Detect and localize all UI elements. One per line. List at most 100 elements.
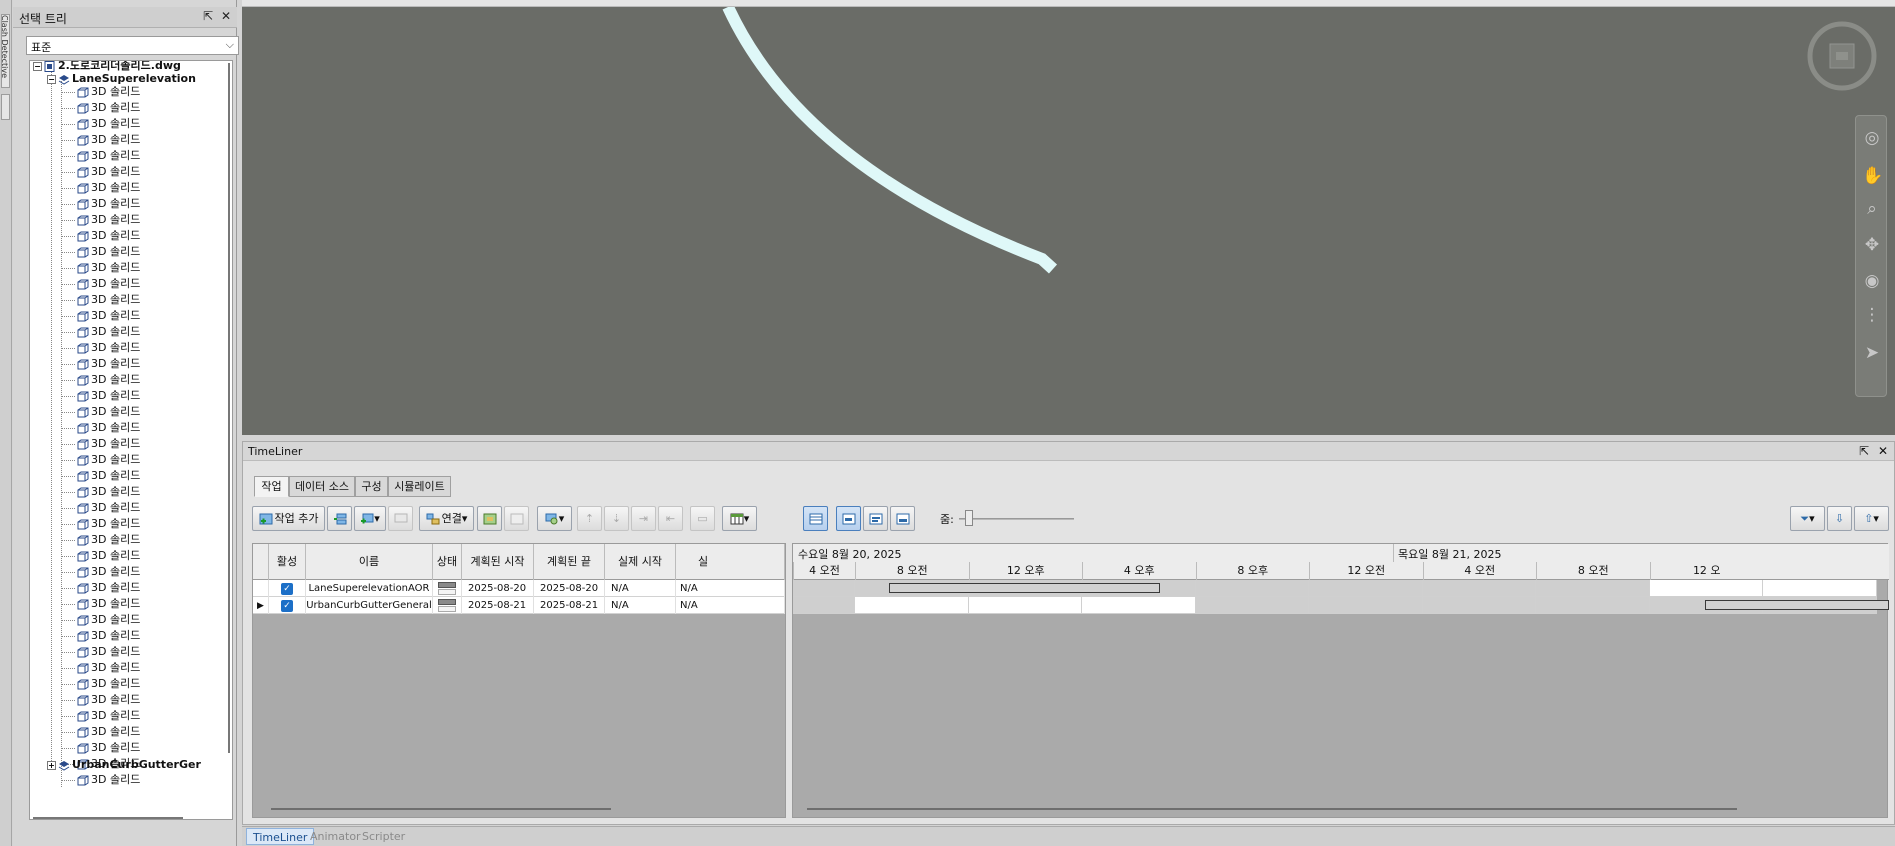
- look-icon[interactable]: ◉: [1862, 271, 1882, 291]
- selection-tree[interactable]: −2.도로코리더솔리드.dwg − LaneSuperelevation 3D 솔…: [29, 60, 233, 820]
- collapse-icon[interactable]: −: [33, 61, 42, 71]
- active-cell[interactable]: ✓: [269, 597, 306, 614]
- tree-item-3d-solid[interactable]: 3D 솔리드: [77, 612, 140, 628]
- auto-add-tasks-button[interactable]: ▾: [354, 506, 386, 531]
- tree-item-3d-solid[interactable]: 3D 솔리드: [77, 436, 140, 452]
- move-down-button[interactable]: ⇣: [604, 506, 629, 531]
- tree-item-3d-solid[interactable]: 3D 솔리드: [77, 228, 140, 244]
- view-task-grid-button[interactable]: [803, 506, 828, 531]
- tree-item-3d-solid[interactable]: 3D 솔리드: [77, 84, 140, 100]
- tree-item-3d-solid[interactable]: 3D 솔리드: [77, 196, 140, 212]
- add-task-button[interactable]: 작업 추가: [252, 506, 325, 531]
- pan-icon[interactable]: ✋: [1862, 166, 1883, 186]
- close-icon[interactable]: ✕: [1876, 444, 1890, 458]
- tree-item-3d-solid[interactable]: 3D 솔리드: [77, 532, 140, 548]
- planned-end-cell[interactable]: 2025-08-20: [534, 580, 605, 597]
- tree-item-3d-solid[interactable]: 3D 솔리드: [77, 420, 140, 436]
- name-cell[interactable]: UrbanCurbGutterGeneral: [306, 597, 433, 614]
- filter-button[interactable]: ⏷▾: [1790, 506, 1825, 531]
- tree-item-3d-solid[interactable]: 3D 솔리드: [77, 724, 140, 740]
- column-header-active[interactable]: 활성: [269, 544, 306, 580]
- close-icon[interactable]: ✕: [219, 9, 233, 23]
- tab-data-sources[interactable]: 데이터 소스: [289, 476, 355, 497]
- tree-item-3d-solid[interactable]: 3D 솔리드: [77, 132, 140, 148]
- steering-wheel-icon[interactable]: ◎: [1862, 128, 1882, 148]
- tree-item-3d-solid[interactable]: 3D 솔리드: [77, 372, 140, 388]
- active-cell[interactable]: ✓: [269, 580, 306, 597]
- tree-item-3d-solid[interactable]: 3D 솔리드: [77, 628, 140, 644]
- reset-button[interactable]: [504, 506, 529, 531]
- status-cell[interactable]: [433, 597, 462, 614]
- gantt-task-bar[interactable]: [1705, 600, 1889, 610]
- tab-configure[interactable]: 구성: [355, 476, 388, 497]
- tree-item-3d-solid[interactable]: 3D 솔리드: [77, 292, 140, 308]
- column-header-status[interactable]: 상태: [433, 544, 462, 580]
- row-selector[interactable]: ▶: [253, 597, 269, 614]
- tree-item-3d-solid[interactable]: 3D 솔리드: [77, 116, 140, 132]
- tree-item-3d-solid[interactable]: 3D 솔리드: [77, 468, 140, 484]
- gantt-chart[interactable]: 수요일 8월 20, 2025 목요일 8월 21, 2025 4 오전 8 오전…: [792, 543, 1889, 818]
- tree-item-3d-solid[interactable]: 3D 솔리드: [77, 500, 140, 516]
- tree-view-mode-select[interactable]: 표준 ⌵: [26, 36, 239, 55]
- tree-item-3d-solid[interactable]: 3D 솔리드: [77, 244, 140, 260]
- tree-item-3d-solid[interactable]: 3D 솔리드: [77, 580, 140, 596]
- active-checkbox[interactable]: ✓: [281, 600, 293, 612]
- zoom-slider-track[interactable]: [959, 518, 1074, 520]
- tree-item-3d-solid[interactable]: 3D 솔리드: [77, 708, 140, 724]
- view-actual-button[interactable]: [863, 506, 888, 531]
- tree-item-3d-solid[interactable]: 3D 솔리드: [77, 308, 140, 324]
- 3d-viewport[interactable]: [242, 7, 1895, 435]
- viewcube-icon[interactable]: [1806, 20, 1878, 92]
- tree-item-3d-solid[interactable]: 3D 솔리드: [77, 180, 140, 196]
- collapse-icon[interactable]: −: [47, 74, 56, 84]
- dock-tab-2[interactable]: [1, 94, 10, 120]
- tree-item-3d-solid[interactable]: 3D 솔리드: [77, 516, 140, 532]
- tree-item-3d-solid[interactable]: 3D 솔리드: [77, 452, 140, 468]
- planned-start-cell[interactable]: 2025-08-21: [462, 597, 534, 614]
- view-planned-button[interactable]: [836, 506, 861, 531]
- tree-item-3d-solid[interactable]: 3D 솔리드: [77, 676, 140, 692]
- tree-item-3d-solid[interactable]: 3D 솔리드: [77, 100, 140, 116]
- pin-icon[interactable]: ⇱: [201, 9, 215, 23]
- column-header-planned-start[interactable]: 계획된 시작: [462, 544, 534, 580]
- view-planned-vs-actual-button[interactable]: [890, 506, 915, 531]
- tree-item-3d-solid[interactable]: 3D 솔리드: [77, 484, 140, 500]
- tree-item-3d-solid[interactable]: 3D 솔리드: [77, 164, 140, 180]
- attach-button[interactable]: 연결▾: [419, 506, 474, 531]
- outdent-button[interactable]: ⇤: [658, 506, 683, 531]
- tree-vertical-scrollbar[interactable]: [226, 63, 232, 763]
- columns-button[interactable]: ▾: [722, 506, 757, 531]
- indent-button[interactable]: ⇥: [631, 506, 656, 531]
- zoom-window-icon[interactable]: ⌕: [1862, 199, 1882, 219]
- tree-item-3d-solid[interactable]: 3D 솔리드: [77, 596, 140, 612]
- column-header-actual-start[interactable]: 실제 시작: [605, 544, 676, 580]
- actual-start-cell[interactable]: N/A: [605, 580, 676, 597]
- table-row[interactable]: ✓ LaneSuperelevationAOR 2025-08-20 2025-08-…: [253, 580, 785, 597]
- row-selector[interactable]: [253, 580, 269, 597]
- move-up-button[interactable]: ⇡: [577, 506, 602, 531]
- tree-item-3d-solid[interactable]: 3D 솔리드: [77, 212, 140, 228]
- planned-end-cell[interactable]: 2025-08-21: [534, 597, 605, 614]
- active-checkbox[interactable]: ✓: [281, 583, 293, 595]
- export-button[interactable]: ⇧▾: [1854, 506, 1889, 531]
- name-cell[interactable]: LaneSuperelevationAOR: [306, 580, 433, 597]
- delete-task-button[interactable]: [388, 506, 413, 531]
- grid-horizontal-scrollbar[interactable]: [271, 808, 611, 810]
- tab-scripter[interactable]: Scripter: [356, 828, 411, 845]
- tree-item-3d-solid[interactable]: 3D 솔리드: [77, 260, 140, 276]
- find-items-button[interactable]: ▾: [537, 506, 572, 531]
- table-row[interactable]: ▶ ✓ UrbanCurbGutterGeneral 2025-08-21 2025-0…: [253, 597, 785, 614]
- tree-item-3d-solid[interactable]: 3D 솔리드: [77, 276, 140, 292]
- gantt-horizontal-scrollbar[interactable]: [807, 808, 1737, 810]
- insert-task-button[interactable]: [327, 506, 352, 531]
- tree-horizontal-scrollbar[interactable]: [33, 817, 183, 819]
- tree-item-3d-solid[interactable]: 3D 솔리드: [77, 548, 140, 564]
- status-cell[interactable]: [433, 580, 462, 597]
- add-comment-button[interactable]: ▭: [690, 506, 715, 531]
- tree-item-3d-solid[interactable]: 3D 솔리드: [77, 324, 140, 340]
- tree-item-3d-solid[interactable]: 3D 솔리드: [77, 340, 140, 356]
- orbit-icon[interactable]: ✥: [1862, 235, 1882, 255]
- tab-tasks[interactable]: 작업: [254, 476, 289, 497]
- tab-simulate[interactable]: 시뮬레이트: [388, 476, 451, 497]
- tree-item-3d-solid[interactable]: 3D 솔리드: [77, 660, 140, 676]
